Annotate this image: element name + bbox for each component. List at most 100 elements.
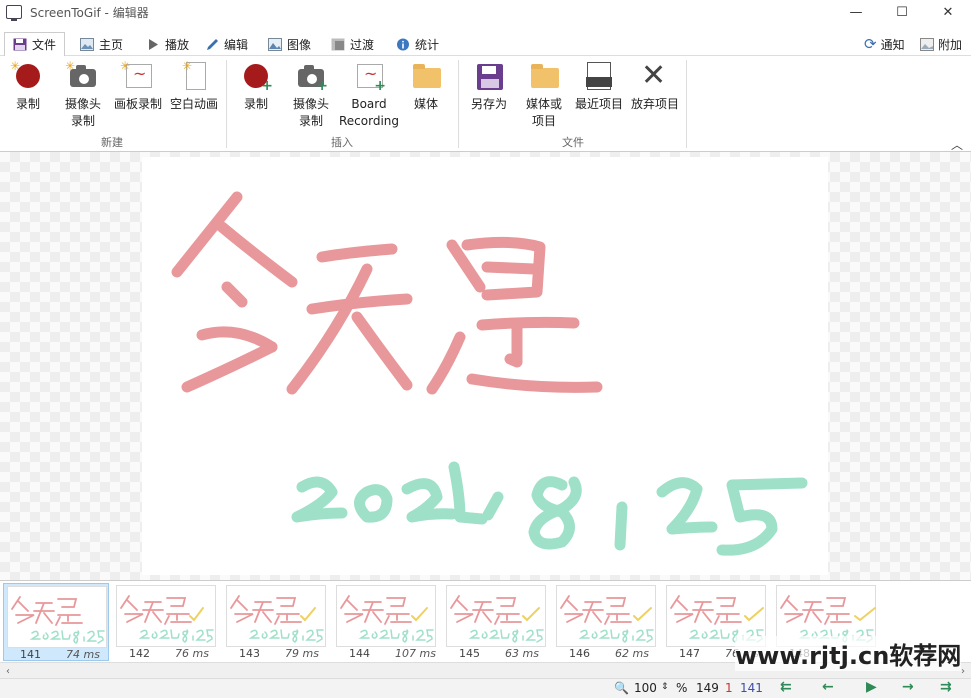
frame-thumbnail-image bbox=[226, 585, 326, 647]
frame-duration: 74 ms bbox=[66, 648, 100, 661]
zoom-value[interactable]: 100 bbox=[634, 681, 657, 695]
frame-duration: 62 ms bbox=[615, 647, 649, 660]
frame-number: 143 bbox=[239, 647, 260, 660]
ribbon-tabs: 文件 主页 播放 编辑 图像 过渡 统计 ⟳ 通知 附加 bbox=[0, 32, 971, 57]
save-icon bbox=[477, 64, 503, 90]
group-divider bbox=[686, 60, 687, 148]
tab-home[interactable]: 主页 bbox=[72, 32, 131, 56]
sparkle-icon: ✳ bbox=[182, 59, 193, 73]
monitor-icon bbox=[6, 5, 22, 21]
refresh-icon: ⟳ bbox=[864, 35, 877, 53]
selected-count: 1 bbox=[725, 681, 733, 695]
close-button[interactable]: ✕ bbox=[925, 0, 971, 24]
title-bar: ScreenToGif - 编辑器 — ☐ ✕ bbox=[0, 0, 971, 24]
tab-label: 主页 bbox=[99, 37, 124, 52]
tab-statistics[interactable]: 统计 bbox=[388, 32, 447, 56]
frame-number: 141 bbox=[20, 648, 41, 661]
frame-number: 145 bbox=[459, 647, 480, 660]
play-icon[interactable]: ▶ bbox=[866, 679, 877, 695]
site-watermark: www.rjtj.cn软荐网 bbox=[735, 636, 962, 671]
new-blank-button[interactable]: ✳ 空白动画 bbox=[166, 59, 222, 113]
group-label-new: 新建 bbox=[101, 136, 123, 149]
tab-transitions[interactable]: 过渡 bbox=[323, 32, 382, 56]
last-frame-icon[interactable]: ⇉ bbox=[940, 679, 952, 695]
sparkle-icon: ✳ bbox=[10, 59, 21, 73]
scroll-left-icon[interactable]: ‹ bbox=[0, 663, 16, 679]
insert-record-button[interactable]: + 录制 bbox=[228, 60, 284, 113]
group-divider bbox=[458, 60, 459, 148]
recent-projects-icon bbox=[586, 62, 612, 90]
frame-thumbnail-image bbox=[556, 585, 656, 647]
status-bar: 🔍 100 ⇕ % 149 1 141 ⇇ ← ▶ → ⇉ bbox=[0, 678, 971, 698]
notify-label: 通知 bbox=[880, 37, 905, 52]
insert-board-button[interactable]: + Board Recording bbox=[338, 60, 400, 130]
tab-image[interactable]: 图像 bbox=[260, 32, 319, 56]
transition-icon bbox=[331, 38, 345, 50]
new-board-button[interactable]: ✳ 画板录制 bbox=[110, 59, 166, 113]
tab-label: 统计 bbox=[415, 37, 440, 52]
tab-label: 编辑 bbox=[224, 37, 249, 52]
sparkle-icon: ✳ bbox=[120, 59, 131, 73]
frame-thumbnail[interactable]: 146 62 ms bbox=[553, 583, 659, 661]
floppy-icon bbox=[13, 38, 27, 51]
frame-duration: 107 ms bbox=[395, 647, 436, 660]
folder-icon bbox=[531, 64, 559, 88]
frame-number: 144 bbox=[349, 647, 370, 660]
load-media-project-button[interactable]: 媒体或 项目 bbox=[516, 60, 572, 130]
frame-duration: 76 ms bbox=[175, 647, 209, 660]
frame-number: 142 bbox=[129, 647, 150, 660]
group-divider bbox=[226, 60, 227, 148]
insert-media-button[interactable]: 媒体 bbox=[398, 60, 454, 113]
folder-icon bbox=[413, 64, 441, 88]
editor-canvas-area bbox=[0, 152, 971, 580]
image-icon bbox=[80, 37, 94, 51]
collapse-ribbon-icon[interactable]: ︿ bbox=[951, 136, 963, 153]
frame-thumbnail-image bbox=[7, 586, 107, 648]
zoom-unit: % bbox=[676, 681, 688, 695]
first-frame-icon[interactable]: ⇇ bbox=[780, 679, 792, 695]
recent-projects-button[interactable]: 最近项目 bbox=[571, 60, 627, 113]
window-title: ScreenToGif - 编辑器 bbox=[30, 5, 149, 20]
frame-preview[interactable] bbox=[142, 157, 828, 575]
frame-thumbnail[interactable]: 142 76 ms bbox=[113, 583, 219, 661]
maximize-button[interactable]: ☐ bbox=[879, 0, 925, 24]
notifications-button[interactable]: ⟳ 通知 bbox=[864, 32, 905, 56]
plus-icon: + bbox=[374, 78, 386, 94]
handwriting-drawing bbox=[171, 191, 808, 556]
frame-thumbnail-image bbox=[336, 585, 436, 647]
tab-label: 过渡 bbox=[350, 37, 375, 52]
tab-label: 播放 bbox=[165, 37, 190, 52]
tab-label: 图像 bbox=[287, 37, 312, 52]
sparkle-icon: ✳ bbox=[65, 59, 76, 73]
picture-icon bbox=[268, 37, 282, 51]
insert-webcam-button[interactable]: + 摄像头 录制 bbox=[283, 60, 339, 130]
zoom-icon: 🔍 bbox=[614, 681, 629, 695]
tab-playback[interactable]: 播放 bbox=[138, 32, 197, 56]
frame-thumbnail-image bbox=[116, 585, 216, 647]
tab-file[interactable]: 文件 bbox=[4, 32, 66, 57]
frame-duration: 79 ms bbox=[285, 647, 319, 660]
plus-icon: + bbox=[261, 78, 273, 94]
zoom-stepper-icon[interactable]: ⇕ bbox=[661, 682, 669, 692]
next-frame-icon[interactable]: → bbox=[902, 679, 914, 695]
ribbon-panel: ✳ 录制 ✳ 摄像头 录制 ✳ 画板录制 ✳ 空白动画 新建 + 录制 + 摄像… bbox=[0, 56, 971, 152]
attach-button[interactable]: 附加 bbox=[920, 32, 962, 56]
minimize-button[interactable]: — bbox=[833, 0, 879, 24]
frame-thumbnail[interactable]: 143 79 ms bbox=[223, 583, 329, 661]
frame-thumbnail[interactable]: 145 63 ms bbox=[443, 583, 549, 661]
frame-thumbnail-image bbox=[446, 585, 546, 647]
new-webcam-button[interactable]: ✳ 摄像头 录制 bbox=[55, 59, 111, 130]
new-record-button[interactable]: ✳ 录制 bbox=[0, 59, 56, 113]
frame-thumbnail[interactable]: 144 107 ms bbox=[333, 583, 439, 661]
play-icon bbox=[149, 38, 158, 50]
frame-number: 146 bbox=[569, 647, 590, 660]
pencil-icon bbox=[207, 38, 218, 50]
group-label-insert: 插入 bbox=[331, 136, 353, 149]
previous-frame-icon[interactable]: ← bbox=[822, 679, 834, 695]
frame-duration: 63 ms bbox=[505, 647, 539, 660]
save-as-button[interactable]: 另存为 bbox=[461, 60, 517, 113]
info-icon bbox=[397, 38, 409, 50]
frame-thumbnail[interactable]: 141 74 ms bbox=[3, 583, 109, 661]
tab-edit[interactable]: 编辑 bbox=[197, 32, 256, 56]
discard-project-button[interactable]: ✕ 放弃项目 bbox=[627, 60, 683, 113]
